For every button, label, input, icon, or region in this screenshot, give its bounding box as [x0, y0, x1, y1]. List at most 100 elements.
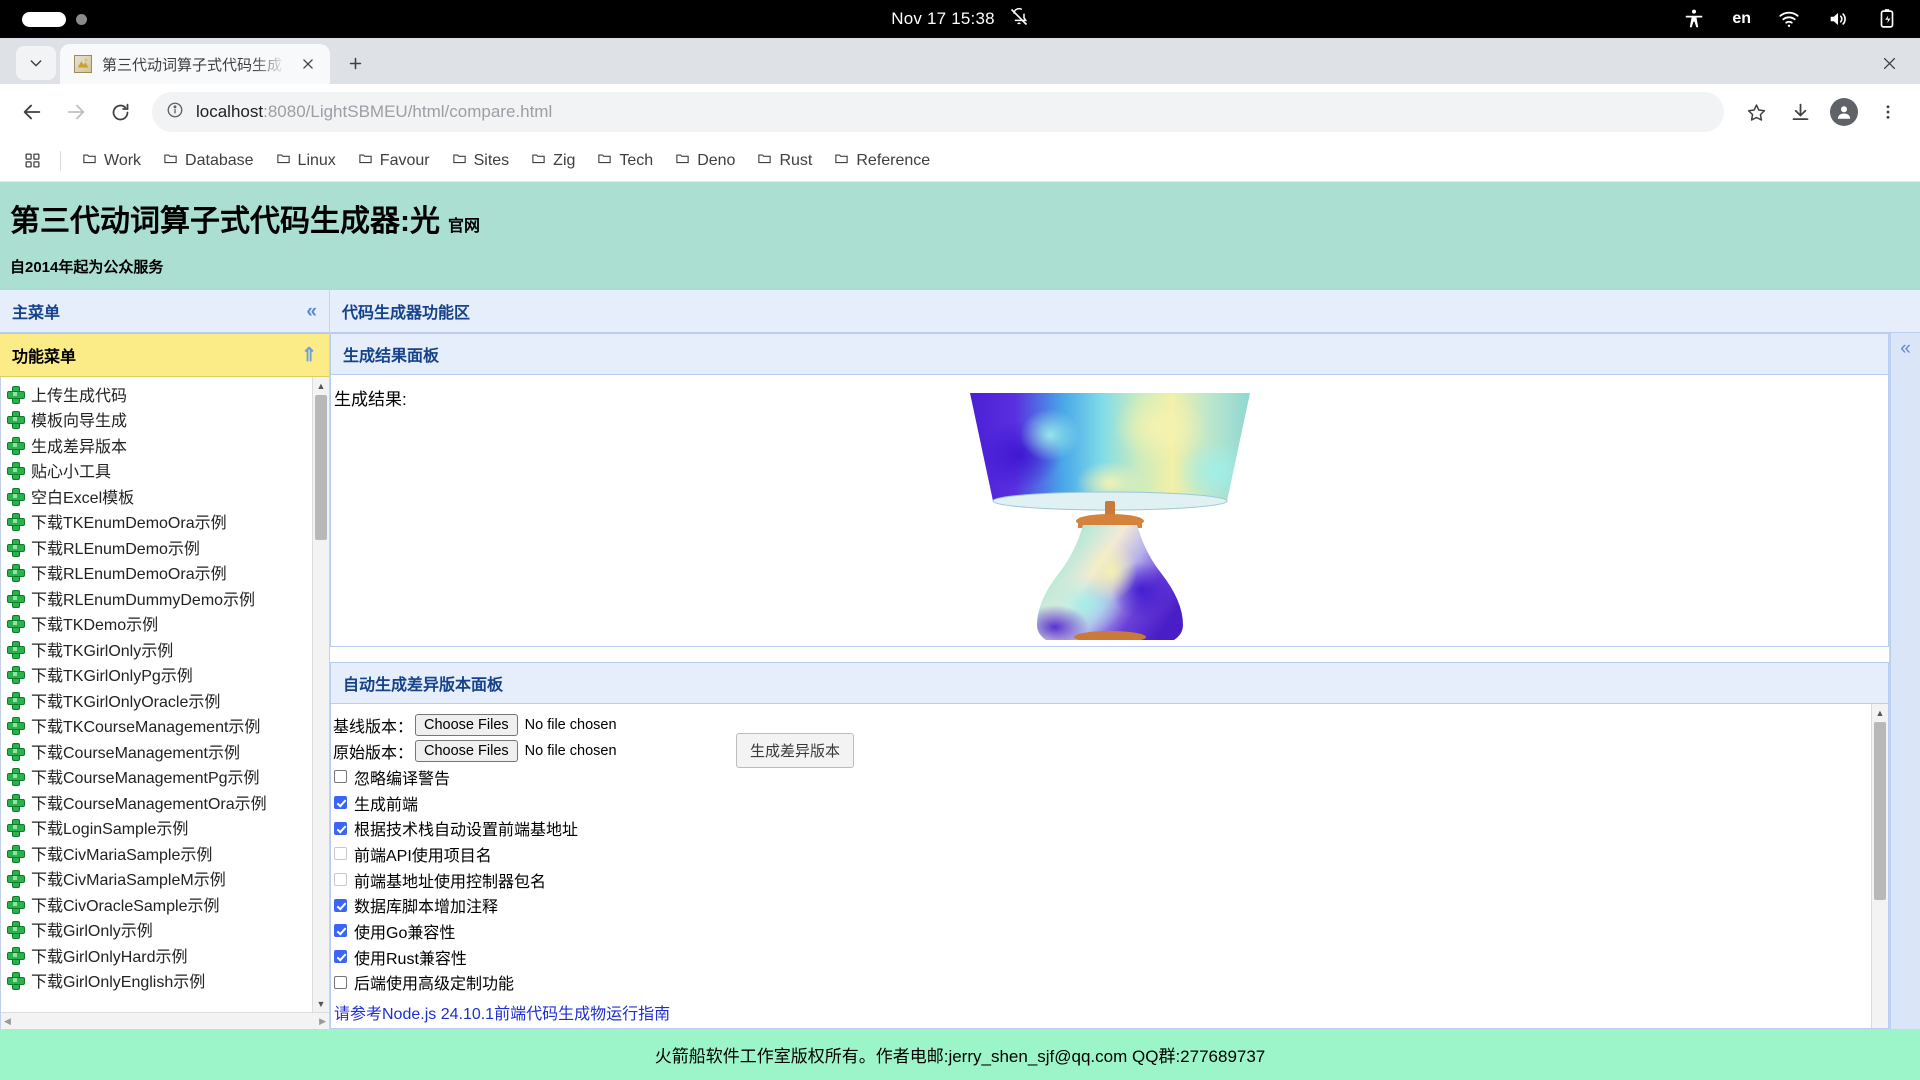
- os-datetime[interactable]: Nov 17 15:38: [891, 9, 995, 29]
- diff-form-vertical-scrollbar[interactable]: ▲: [1871, 704, 1888, 1028]
- diff-option-row[interactable]: 前端API使用项目名: [331, 841, 1888, 867]
- checkbox[interactable]: [334, 950, 347, 963]
- checkbox[interactable]: [334, 899, 347, 912]
- scroll-up-arrow-icon[interactable]: ▲: [313, 377, 329, 394]
- chevron-double-left-icon[interactable]: «: [1900, 339, 1911, 1029]
- bookmark-rust[interactable]: Rust: [748, 145, 821, 177]
- star-icon[interactable]: [1736, 92, 1776, 132]
- sidebar-menu-item[interactable]: 下载RLEnumDummyDemo示例: [1, 585, 329, 611]
- diff-option-row[interactable]: 忽略编译警告: [331, 764, 1888, 790]
- sidebar-menu-item[interactable]: 下载TKDemo示例: [1, 611, 329, 637]
- volume-icon[interactable]: [1827, 8, 1849, 30]
- sidebar-menu-item[interactable]: 下载CivMariaSampleM示例: [1, 866, 329, 892]
- close-icon[interactable]: [296, 52, 320, 76]
- language-indicator[interactable]: en: [1732, 10, 1751, 28]
- info-circle-icon[interactable]: [166, 101, 184, 124]
- os-dot-indicator[interactable]: [76, 14, 87, 25]
- diff-option-row[interactable]: 后端使用高级定制功能: [331, 970, 1888, 996]
- checkbox[interactable]: [334, 847, 347, 860]
- node-guide-link[interactable]: 请参考Node.js 24.10.1前端代码生成物运行指南: [331, 1000, 1888, 1024]
- original-choose-files-button[interactable]: Choose Files: [415, 740, 518, 762]
- sidebar-menu-item[interactable]: 下载RLEnumDemoOra示例: [1, 560, 329, 586]
- bookmark-favour[interactable]: Favour: [349, 145, 439, 177]
- baseline-choose-files-button[interactable]: Choose Files: [415, 714, 518, 736]
- scrollbar-thumb[interactable]: [315, 395, 327, 540]
- scroll-down-arrow-icon[interactable]: ▼: [313, 995, 329, 1012]
- checkbox[interactable]: [334, 873, 347, 886]
- bookmark-zig[interactable]: Zig: [522, 145, 584, 177]
- reload-icon[interactable]: [100, 92, 140, 132]
- bookmark-deno[interactable]: Deno: [666, 145, 744, 177]
- original-version-label: 原始版本：: [333, 739, 413, 763]
- sidebar-menu-item[interactable]: 下载GirlOnlyEnglish示例: [1, 968, 329, 994]
- sidebar-menu-item[interactable]: 空白Excel模板: [1, 483, 329, 509]
- avatar: [1830, 98, 1858, 126]
- sidebar-menu-item[interactable]: 贴心小工具: [1, 458, 329, 484]
- diff-option-row[interactable]: 根据技术栈自动设置前端基地址: [331, 815, 1888, 841]
- bookmark-sites[interactable]: Sites: [443, 145, 519, 177]
- checkbox[interactable]: [334, 822, 347, 835]
- window-close-button[interactable]: [1876, 50, 1902, 76]
- sidebar-menu-item[interactable]: 下载CivOracleSample示例: [1, 891, 329, 917]
- checkbox[interactable]: [334, 924, 347, 937]
- sidebar-menu-item[interactable]: 下载TKGirlOnly示例: [1, 636, 329, 662]
- generate-diff-version-button[interactable]: 生成差异版本: [736, 733, 854, 768]
- diff-option-row[interactable]: 使用Rust兼容性: [331, 944, 1888, 970]
- diff-option-row[interactable]: 使用Go兼容性: [331, 918, 1888, 944]
- sidebar-menu-item[interactable]: 下载CourseManagement示例: [1, 738, 329, 764]
- checkbox[interactable]: [334, 770, 347, 783]
- scroll-up-arrow-icon[interactable]: ▲: [1872, 704, 1888, 721]
- sidebar-menu-item[interactable]: 下载CourseManagementPg示例: [1, 764, 329, 790]
- sidebar-menu-item[interactable]: 下载LoginSample示例: [1, 815, 329, 841]
- sidebar-function-menu-header[interactable]: 功能菜单 ⇑: [0, 333, 329, 377]
- sidebar-menu-item[interactable]: 下载CourseManagementOra示例: [1, 789, 329, 815]
- kebab-menu-icon[interactable]: [1868, 92, 1908, 132]
- checkbox[interactable]: [334, 976, 347, 989]
- sidebar-menu-item[interactable]: 下载CivMariaSample示例: [1, 840, 329, 866]
- chevron-double-up-icon[interactable]: ⇑: [301, 346, 317, 365]
- sidebar-menu-item[interactable]: 上传生成代码: [1, 381, 329, 407]
- bookmark-linux[interactable]: Linux: [267, 145, 345, 177]
- checkbox[interactable]: [334, 796, 347, 809]
- bookmark-reference[interactable]: Reference: [825, 145, 939, 177]
- diff-option-row[interactable]: 生成前端: [331, 790, 1888, 816]
- bell-off-icon[interactable]: [1009, 7, 1029, 32]
- sidebar-menu-item[interactable]: 下载GirlOnlyHard示例: [1, 942, 329, 968]
- browser-tab[interactable]: 第三代动词算子式代码生成: [60, 44, 330, 84]
- arrow-right-icon[interactable]: [56, 92, 96, 132]
- os-pill-indicator[interactable]: [22, 12, 66, 27]
- scroll-left-arrow-icon[interactable]: ◀: [4, 1016, 11, 1027]
- sidebar-main-menu-header[interactable]: 主菜单 «: [0, 289, 329, 333]
- apps-grid-icon[interactable]: [16, 145, 48, 177]
- sidebar-horizontal-scrollbar[interactable]: ◀ ▶: [1, 1012, 329, 1029]
- bookmark-work[interactable]: Work: [73, 145, 150, 177]
- bookmark-database[interactable]: Database: [154, 145, 263, 177]
- right-collapse-rail[interactable]: «: [1890, 333, 1920, 1029]
- scroll-right-arrow-icon[interactable]: ▶: [319, 1016, 326, 1027]
- profile-avatar-icon[interactable]: [1824, 92, 1864, 132]
- green-plus-icon: [7, 590, 23, 606]
- battery-charging-icon[interactable]: [1876, 8, 1898, 30]
- sidebar-menu-item[interactable]: 下载TKGirlOnlyPg示例: [1, 662, 329, 688]
- arrow-left-icon[interactable]: [12, 92, 52, 132]
- bookmark-tech[interactable]: Tech: [588, 145, 662, 177]
- sidebar-menu-item[interactable]: 下载RLEnumDemo示例: [1, 534, 329, 560]
- sidebar-menu-item[interactable]: 下载GirlOnly示例: [1, 917, 329, 943]
- new-tab-button[interactable]: [338, 46, 372, 80]
- sidebar-menu-item[interactable]: 下载TKCourseManagement示例: [1, 713, 329, 739]
- browser-tab-strip: 第三代动词算子式代码生成: [0, 38, 1920, 84]
- download-icon[interactable]: [1780, 92, 1820, 132]
- chevron-double-left-icon[interactable]: «: [306, 302, 317, 321]
- sidebar-menu-item[interactable]: 下载TKGirlOnlyOracle示例: [1, 687, 329, 713]
- scrollbar-thumb[interactable]: [1874, 722, 1886, 900]
- diff-option-row[interactable]: 前端基地址使用控制器包名: [331, 867, 1888, 893]
- wifi-icon[interactable]: [1778, 8, 1800, 30]
- sidebar-menu-item[interactable]: 生成差异版本: [1, 432, 329, 458]
- address-bar[interactable]: localhost:8080/LightSBMEU/html/compare.h…: [152, 92, 1724, 132]
- diff-option-row[interactable]: 数据库脚本增加注释: [331, 892, 1888, 918]
- sidebar-vertical-scrollbar[interactable]: ▲ ▼: [312, 377, 329, 1012]
- sidebar-menu-item[interactable]: 下载TKEnumDemoOra示例: [1, 509, 329, 535]
- sidebar-menu-item[interactable]: 模板向导生成: [1, 407, 329, 433]
- accessibility-icon[interactable]: [1683, 8, 1705, 30]
- chevron-down-icon[interactable]: [16, 46, 56, 80]
